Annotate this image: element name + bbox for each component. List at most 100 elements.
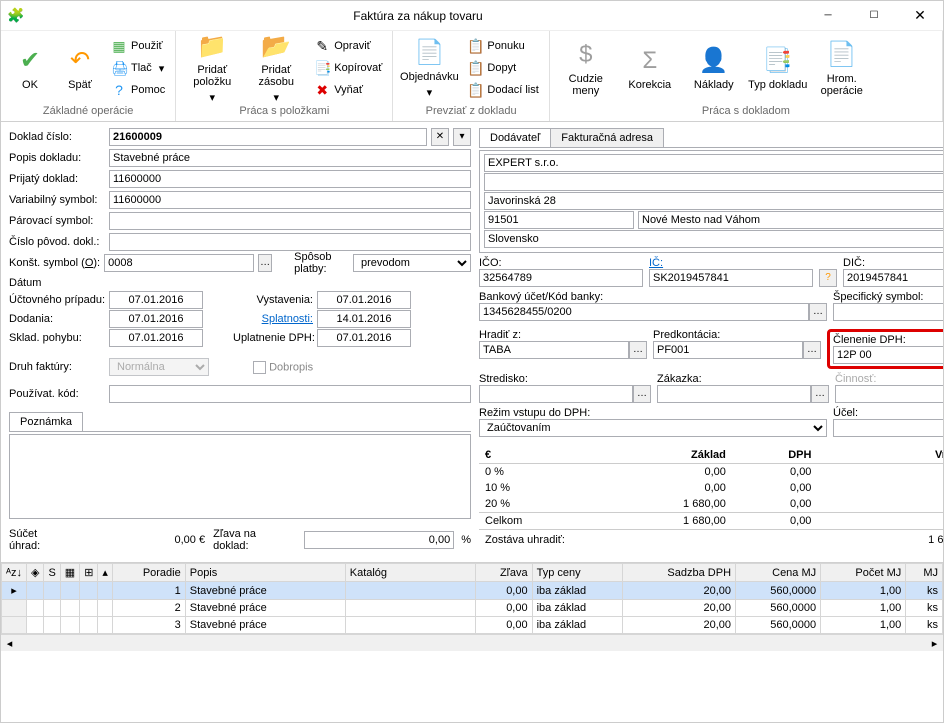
label-sucet: Súčet úhrad:: [9, 528, 71, 552]
help-button[interactable]: ?Pomoc: [105, 79, 171, 101]
label-zostava: Zostáva uhradiť:: [485, 534, 565, 546]
lookup-icon[interactable]: …: [633, 385, 651, 403]
table-row[interactable]: ▸ 1Stavebné práce 0,00iba základ20,00 56…: [2, 582, 943, 600]
tab-poznamka[interactable]: Poznámka: [9, 412, 83, 431]
druh-select[interactable]: Normálna: [109, 358, 209, 376]
col-s[interactable]: S: [44, 564, 60, 582]
col-calc[interactable]: ▦: [60, 564, 79, 582]
ps-input[interactable]: [109, 212, 471, 230]
lookup-icon[interactable]: …: [811, 385, 829, 403]
company-input[interactable]: [484, 154, 943, 172]
label-ucto: Účtovného prípadu:: [9, 294, 105, 306]
splat-date[interactable]: [317, 310, 411, 328]
tab-fakt-adresa[interactable]: Fakturačná adresa: [550, 128, 664, 147]
company2-input[interactable]: [484, 173, 943, 191]
lookup-icon[interactable]: …: [629, 341, 647, 359]
col-popis[interactable]: Popis: [185, 564, 345, 582]
psc-input[interactable]: [484, 211, 634, 229]
add-item-button[interactable]: 📁Pridať položku▾: [180, 33, 244, 103]
lookup-icon[interactable]: …: [809, 303, 827, 321]
warning-icon[interactable]: ?: [819, 269, 837, 287]
col-tree[interactable]: ⊞: [80, 564, 98, 582]
ucel-input[interactable]: [833, 419, 943, 437]
hradit-input[interactable]: [479, 341, 629, 359]
sort-icon[interactable]: ᴬᴢ↓: [2, 564, 27, 582]
back-button[interactable]: ↶Späť: [55, 33, 105, 103]
table-row[interactable]: 2Stavebné práce 0,00iba základ20,00 560,…: [2, 600, 943, 617]
maximize-button[interactable]: ☐: [851, 1, 897, 31]
correction-button[interactable]: ΣKorekcia: [618, 33, 682, 103]
col-pocetmj[interactable]: Počet MJ: [821, 564, 906, 582]
col-poradie[interactable]: Poradie: [112, 564, 185, 582]
remove-button[interactable]: ✖Vyňať: [308, 79, 388, 101]
spec-input[interactable]: [833, 303, 943, 321]
clear-icon[interactable]: ✕: [431, 128, 449, 146]
close-button[interactable]: ✕: [897, 1, 943, 31]
popis-input[interactable]: [109, 149, 471, 167]
label-ps: Párovací symbol:: [9, 215, 105, 227]
label-hradit: Hradiť z:: [479, 329, 647, 341]
costs-button[interactable]: 👤Náklady: [682, 33, 746, 103]
ok-button[interactable]: ✔OK: [5, 33, 55, 103]
doklad-cislo-input[interactable]: [109, 128, 427, 146]
col-typceny[interactable]: Typ ceny: [532, 564, 623, 582]
cinnost-input[interactable]: [835, 385, 943, 403]
lookup-icon[interactable]: …: [803, 341, 821, 359]
rezim-select[interactable]: Zaúčtovaním: [479, 419, 827, 437]
zakazka-input[interactable]: [657, 385, 811, 403]
pouzivkod-input[interactable]: [109, 385, 471, 403]
col-zlava[interactable]: Zľava: [475, 564, 532, 582]
predk-input[interactable]: [653, 341, 803, 359]
ks-input[interactable]: [104, 254, 254, 272]
country-input[interactable]: [484, 230, 943, 248]
take-delivery-button[interactable]: 📋Dodací list: [461, 79, 544, 101]
take-demand-button[interactable]: 📋Dopyt: [461, 57, 544, 79]
dropdown-icon[interactable]: ▾: [453, 128, 471, 146]
vyst-date[interactable]: [317, 291, 411, 309]
sposob-select[interactable]: prevodom: [353, 254, 471, 272]
minimize-button[interactable]: ─: [805, 1, 851, 31]
addr-input[interactable]: [484, 192, 943, 210]
cpd-input[interactable]: [109, 233, 471, 251]
zlava-input[interactable]: [304, 531, 454, 549]
ic-input[interactable]: [649, 269, 813, 287]
tab-dodavatel[interactable]: Dodávateľ: [479, 128, 551, 147]
vs-input[interactable]: [109, 191, 471, 209]
splatnosti-link[interactable]: Splatnosti:: [233, 313, 313, 325]
prijaty-input[interactable]: [109, 170, 471, 188]
copy-button[interactable]: 📑Kopírovať: [308, 57, 388, 79]
stredisko-input[interactable]: [479, 385, 633, 403]
horizontal-scrollbar[interactable]: ◂▸: [1, 634, 943, 651]
add-stock-button[interactable]: 📂Pridať zásobu▾: [244, 33, 308, 103]
poznamka-textarea[interactable]: [9, 434, 471, 519]
ribbon: ✔OK ↶Späť ▦Použiť 🖨Tlač▾ ?Pomoc Základné…: [1, 31, 943, 122]
table-row[interactable]: 3Stavebné práce 0,00iba základ20,00 560,…: [2, 617, 943, 634]
col-mj[interactable]: MJ: [906, 564, 943, 582]
ic-link[interactable]: IČ:: [649, 257, 663, 269]
city-input[interactable]: [638, 211, 943, 229]
take-offer-button[interactable]: 📋Ponuku: [461, 35, 544, 57]
label-cinnost: Činnosť:: [835, 373, 943, 385]
currencies-button[interactable]: $Cudzie meny: [554, 33, 618, 103]
dic-input[interactable]: [843, 269, 943, 287]
sklad-date[interactable]: [109, 329, 203, 347]
col-katalog[interactable]: Katalóg: [345, 564, 475, 582]
bank-input[interactable]: [479, 303, 809, 321]
edit-button[interactable]: ✎Opraviť: [308, 35, 388, 57]
dobropis-checkbox[interactable]: Dobropis: [253, 361, 313, 374]
ucto-date[interactable]: [109, 291, 203, 309]
use-button[interactable]: ▦Použiť: [105, 35, 171, 57]
col-cenamj[interactable]: Cena MJ: [736, 564, 821, 582]
doc-type-button[interactable]: 📑Typ dokladu: [746, 33, 810, 103]
uplat-date[interactable]: [317, 329, 411, 347]
bulk-ops-button[interactable]: 📄Hrom. operácie: [810, 33, 874, 103]
clendph-input[interactable]: [833, 346, 943, 364]
dodania-date[interactable]: [109, 310, 203, 328]
col-sadzba[interactable]: Sadzba DPH: [623, 564, 736, 582]
take-order-button[interactable]: 📄Objednávku▾: [397, 33, 461, 103]
lookup-icon[interactable]: …: [258, 254, 272, 272]
window-title: Faktúra za nákup tovaru: [31, 9, 805, 23]
col-marker[interactable]: ◈: [26, 564, 43, 582]
print-button[interactable]: 🖨Tlač▾: [105, 57, 171, 79]
ico-input[interactable]: [479, 269, 643, 287]
